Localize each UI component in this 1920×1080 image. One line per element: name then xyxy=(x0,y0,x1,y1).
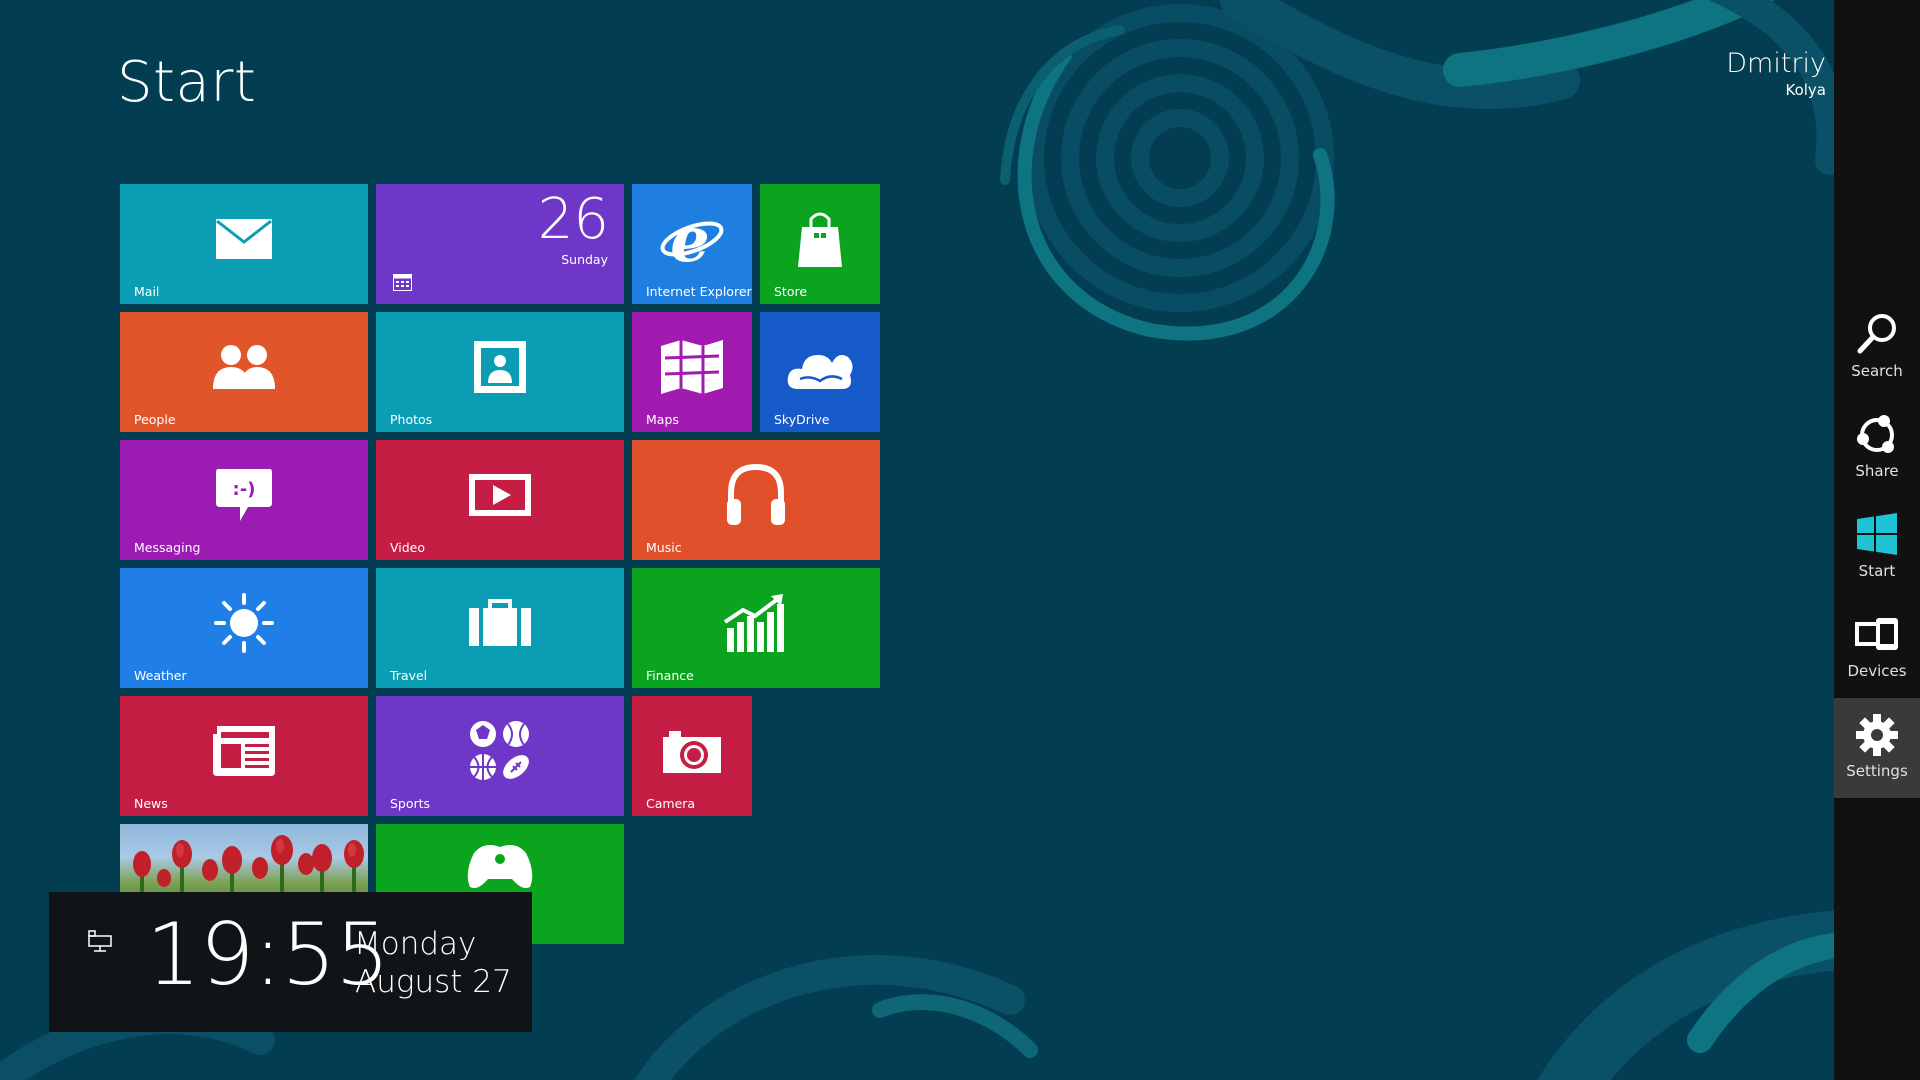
tile-photos[interactable]: Photos xyxy=(376,312,624,432)
charms-bar: Search Share Start Devices Settings xyxy=(1834,0,1920,1080)
internet-explorer-icon: e xyxy=(660,209,724,269)
tile-store[interactable]: Store xyxy=(760,184,880,304)
charm-devices[interactable]: Devices xyxy=(1834,598,1920,698)
charm-settings[interactable]: Settings xyxy=(1834,698,1920,798)
charm-label: Search xyxy=(1851,362,1903,380)
charm-label: Share xyxy=(1855,462,1899,480)
calendar-day-number: 26 xyxy=(537,187,609,252)
photo-icon xyxy=(472,339,528,395)
tile-label: Mail xyxy=(134,284,160,299)
sun-icon xyxy=(212,591,276,655)
camera-icon xyxy=(661,727,723,775)
cloud-icon xyxy=(786,343,854,391)
tile-label: Messaging xyxy=(134,540,201,555)
page-title: Start xyxy=(117,50,257,115)
tile-label: People xyxy=(134,412,176,427)
tile-label: Store xyxy=(774,284,808,299)
tile-label: Music xyxy=(646,540,682,555)
tile-mail[interactable]: Mail xyxy=(120,184,368,304)
tile-sports[interactable]: Sports xyxy=(376,696,624,816)
tile-label: Sports xyxy=(390,796,431,811)
charm-label: Devices xyxy=(1847,662,1907,680)
tile-finance[interactable]: Finance xyxy=(632,568,880,688)
charm-share[interactable]: Share xyxy=(1834,398,1920,498)
video-play-icon xyxy=(467,472,533,518)
tile-travel[interactable]: Travel xyxy=(376,568,624,688)
newspaper-icon xyxy=(211,724,277,778)
stock-chart-icon xyxy=(723,592,789,654)
tile-label: News xyxy=(134,796,168,811)
tile-maps[interactable]: Maps xyxy=(632,312,752,432)
user-account[interactable]: Dmitriy Kolya xyxy=(1726,48,1826,99)
tile-label: Internet Explorer xyxy=(646,284,752,299)
share-icon xyxy=(1834,412,1920,458)
windows-logo-icon xyxy=(1834,512,1920,556)
shopping-bag-icon xyxy=(796,209,844,269)
headphones-icon xyxy=(723,463,789,527)
clock-time: 19:55 xyxy=(146,905,390,1005)
clock-overlay: 19:55 Monday August 27 xyxy=(49,892,532,1032)
tile-label: SkyDrive xyxy=(774,412,830,427)
charm-label: Start xyxy=(1858,562,1896,580)
svg-text::-): :-) xyxy=(233,479,256,500)
tile-video[interactable]: Video xyxy=(376,440,624,560)
calendar-weekday: Sunday xyxy=(561,252,608,267)
devices-icon xyxy=(1834,612,1920,656)
tile-label: Photos xyxy=(390,412,433,427)
charm-start[interactable]: Start xyxy=(1834,498,1920,598)
message-bubble-icon: :-) xyxy=(214,467,274,523)
tile-label: Video xyxy=(390,540,426,555)
tile-news[interactable]: News xyxy=(120,696,368,816)
people-icon xyxy=(211,343,277,391)
charm-label: Settings xyxy=(1846,762,1908,780)
suitcase-icon xyxy=(467,598,533,648)
tile-label: Finance xyxy=(646,668,694,683)
game-controller-icon xyxy=(464,839,536,891)
map-icon xyxy=(659,338,725,396)
calendar-icon xyxy=(393,274,412,295)
tile-music[interactable]: Music xyxy=(632,440,880,560)
search-icon xyxy=(1834,312,1920,356)
clock-weekday: Monday xyxy=(354,926,477,962)
tile-label: Maps xyxy=(646,412,679,427)
tile-internet-explorer[interactable]: e Internet Explorer xyxy=(632,184,752,304)
tile-weather[interactable]: Weather xyxy=(120,568,368,688)
charm-search[interactable]: Search xyxy=(1834,298,1920,398)
user-account-name: Kolya xyxy=(1785,81,1826,99)
user-name: Dmitriy xyxy=(1726,48,1826,79)
sports-balls-icon xyxy=(468,719,532,783)
clock-date: August 27 xyxy=(355,964,512,1000)
tile-people[interactable]: People xyxy=(120,312,368,432)
mail-icon xyxy=(215,218,273,260)
gear-icon xyxy=(1834,712,1920,758)
tile-skydrive[interactable]: SkyDrive xyxy=(760,312,880,432)
tile-calendar[interactable]: 26 Sunday xyxy=(376,184,624,304)
tile-messaging[interactable]: :-) Messaging xyxy=(120,440,368,560)
svg-text:e: e xyxy=(670,209,709,269)
network-icon xyxy=(88,930,112,956)
tile-label: Weather xyxy=(134,668,187,683)
tile-camera[interactable]: Camera xyxy=(632,696,752,816)
tile-label: Camera xyxy=(646,796,696,811)
tile-label: Travel xyxy=(390,668,428,683)
